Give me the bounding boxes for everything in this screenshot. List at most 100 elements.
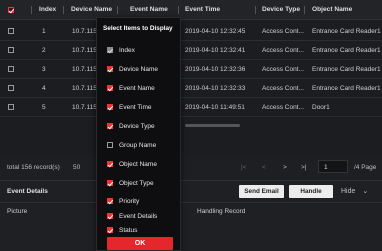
option-label: Index [119, 47, 135, 54]
header-separator [178, 6, 179, 14]
column-header-object-name[interactable]: Object Name [312, 6, 352, 13]
cell-device-type: Access Cont... [262, 28, 304, 35]
row-checkbox[interactable] [8, 28, 14, 34]
cell-device-type: Access Cont... [262, 85, 304, 92]
table-header: Index Device Name Event Name Event Time … [0, 0, 382, 20]
option-label: Device Type [119, 123, 155, 130]
cell-event-time: 2019-04-10 12:32:41 [185, 47, 246, 54]
select-columns-dropdown: Select Items to Display Index Device Nam… [96, 17, 181, 251]
option-checkbox[interactable] [107, 142, 113, 148]
handle-button[interactable]: Handle [289, 185, 333, 198]
pagination-bar: total 156 record(s) 50 |< < > >| 1 /4 Pa… [0, 155, 382, 180]
horizontal-scrollbar[interactable] [185, 124, 240, 127]
row-checkbox[interactable] [8, 85, 14, 91]
handling-record-label: Handling Record [197, 208, 246, 215]
total-records: total 156 record(s) [7, 164, 60, 171]
chevron-down-icon: ⌄ [362, 188, 369, 195]
send-email-button[interactable]: Send Email [239, 185, 284, 198]
cell-object-name: Entrance Card Reader1 [312, 66, 381, 73]
option-checkbox[interactable] [107, 123, 113, 129]
cell-device-name: 10.7.115 [72, 104, 97, 111]
option-checkbox[interactable] [107, 104, 113, 110]
option-checkbox [107, 47, 113, 53]
column-option-index: Index [97, 43, 182, 59]
column-option-object-name[interactable]: Object Name [97, 157, 182, 173]
header-separator [255, 6, 256, 14]
next-page-icon[interactable]: > [283, 164, 287, 171]
table-row[interactable]: 3 10.7.115 2019-04-10 12:32:36 Access Co… [0, 60, 382, 79]
picture-label: Picture [7, 208, 28, 215]
option-checkbox[interactable] [107, 180, 113, 186]
hide-label: Hide [341, 188, 356, 195]
dropdown-title: Select Items to Display [103, 25, 173, 32]
column-option-device-name[interactable]: Device Name [97, 62, 182, 78]
option-label: Event Name [119, 85, 155, 92]
cell-event-time: 2019-04-10 12:32:45 [185, 28, 246, 35]
option-label: Device Name [119, 66, 159, 73]
last-page-icon[interactable]: >| [301, 164, 306, 171]
cell-event-time: 2019-04-10 12:32:33 [185, 85, 246, 92]
option-checkbox[interactable] [107, 66, 113, 72]
hide-toggle[interactable]: Hide ⌄ [341, 187, 368, 195]
row-checkbox[interactable] [8, 47, 14, 53]
column-header-index[interactable]: Index [39, 6, 56, 13]
cell-device-name: 10.7.115 [72, 66, 97, 73]
option-checkbox[interactable] [107, 213, 113, 219]
column-option-event-time[interactable]: Event Time [97, 100, 182, 116]
cell-device-name: 10.7.115 [72, 47, 97, 54]
first-page-icon[interactable]: |< [241, 164, 246, 171]
header-separator [63, 6, 64, 14]
cell-event-time: 2019-04-10 12:32:36 [185, 66, 246, 73]
cell-device-type: Access Cont... [262, 104, 304, 111]
prev-page-icon[interactable]: < [262, 164, 266, 171]
cell-object-name: Door1 [312, 104, 330, 111]
option-checkbox[interactable] [107, 227, 113, 233]
header-separator [117, 6, 118, 14]
header-separator [304, 6, 305, 14]
per-page-select[interactable]: 50 [73, 164, 80, 171]
column-header-device-name[interactable]: Device Name [71, 6, 112, 13]
column-header-device-type[interactable]: Device Type [262, 6, 300, 13]
ok-button[interactable]: OK [107, 237, 173, 250]
header-separator [31, 6, 32, 14]
option-label: Priority [119, 198, 140, 205]
option-label: Object Type [119, 180, 154, 187]
option-label: Object Name [119, 161, 157, 168]
table-row[interactable]: 2 10.7.115 2019-04-10 12:32:41 Access Co… [0, 41, 382, 60]
page-input-value: 1 [324, 164, 328, 171]
cell-object-name: Entrance Card Reader1 [312, 85, 381, 92]
column-option-device-type[interactable]: Device Type [97, 119, 182, 135]
cell-device-type: Access Cont... [262, 47, 304, 54]
cell-object-name: Entrance Card Reader1 [312, 47, 381, 54]
option-checkbox[interactable] [107, 198, 113, 204]
column-option-priority[interactable]: Priority [97, 194, 182, 210]
column-header-event-name[interactable]: Event Name [130, 6, 168, 13]
cell-index: 1 [42, 28, 46, 35]
cell-index: 2 [42, 47, 46, 54]
event-details-title: Event Details [7, 188, 48, 195]
row-checkbox[interactable] [8, 66, 14, 72]
column-option-event-name[interactable]: Event Name [97, 81, 182, 97]
select-all-checkbox[interactable] [8, 7, 14, 13]
column-option-group-name[interactable]: Group Name [97, 138, 182, 154]
cell-index: 5 [42, 104, 46, 111]
option-checkbox[interactable] [107, 85, 113, 91]
column-option-object-type[interactable]: Object Type [97, 176, 182, 192]
option-label: Group Name [119, 142, 157, 149]
cell-object-name: Entrance Card Reader1 [312, 28, 381, 35]
column-header-event-time[interactable]: Event Time [185, 6, 220, 13]
table-row[interactable]: 1 10.7.115 2019-04-10 12:32:45 Access Co… [0, 22, 382, 41]
table-row[interactable]: 4 10.7.115 2019-04-10 12:32:33 Access Co… [0, 79, 382, 98]
cell-device-type: Access Cont... [262, 66, 304, 73]
table-row[interactable]: 5 10.7.115 2019-04-10 11:49:51 Access Co… [0, 98, 382, 117]
option-label: Status [119, 227, 138, 234]
cell-event-time: 2019-04-10 11:49:51 [185, 104, 245, 111]
cell-index: 4 [42, 85, 46, 92]
cell-device-name: 10.7.115 [72, 85, 97, 92]
option-checkbox[interactable] [107, 161, 113, 167]
event-details-panel: Event Details Send Email Handle Hide ⌄ P… [0, 180, 382, 251]
details-divider [0, 202, 382, 203]
row-checkbox[interactable] [8, 104, 14, 110]
cell-device-name: 10.7.115 [72, 28, 97, 35]
page-input[interactable]: 1 [318, 160, 348, 173]
